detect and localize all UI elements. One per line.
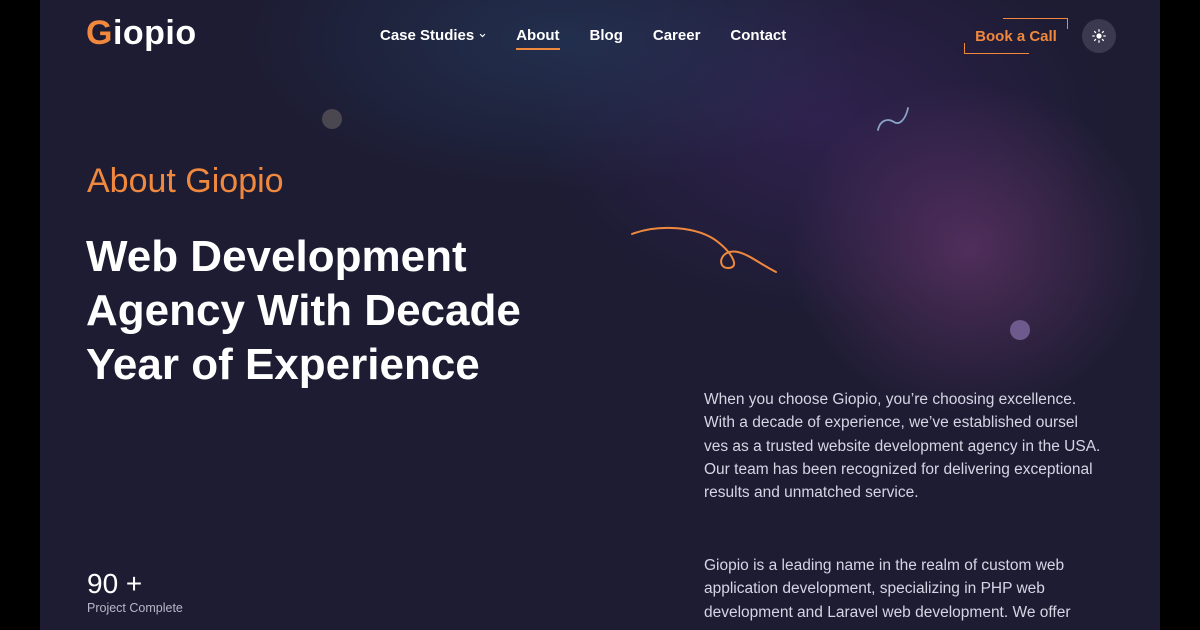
logo-initial: G	[86, 14, 113, 52]
stat-value: 90 +	[87, 568, 143, 599]
book-call-label: Book a Call	[975, 27, 1057, 45]
about-paragraph-1: When you choose Giopio, you’re choosing …	[704, 391, 1101, 502]
cta-border-bottom	[964, 43, 1029, 54]
sun-icon	[1092, 29, 1106, 43]
nav-case-studies[interactable]: Case Studies	[380, 27, 486, 44]
nav-about[interactable]: About	[516, 27, 560, 50]
book-call-button[interactable]: Book a Call	[964, 18, 1068, 54]
decorative-swirl-orange	[631, 226, 777, 273]
decorative-dot	[1010, 320, 1030, 340]
page-title: Web Development Agency With Decade Year …	[86, 232, 521, 389]
stat-label: Project Complete	[87, 601, 183, 615]
nav-case-studies-label: Case Studies	[380, 27, 475, 44]
logo[interactable]: Giopio	[86, 14, 197, 53]
nav-career-label: Career	[652, 27, 701, 44]
nav-contact-label: Contact	[730, 27, 787, 44]
nav-blog[interactable]: Blog	[590, 27, 623, 44]
page: Giopio Case Studies About Blog Career Co…	[40, 0, 1160, 630]
nav-career[interactable]: Career	[653, 27, 701, 44]
main-nav: Case Studies About Blog Career Contact	[380, 27, 786, 50]
about-paragraph-2: Giopio is a leading name in the realm of…	[704, 557, 1071, 621]
section-eyebrow: About Giopio	[87, 162, 284, 200]
cta-border-top	[1003, 18, 1068, 29]
nav-about-label: About	[516, 27, 560, 44]
decorative-dot	[322, 109, 342, 129]
theme-toggle-button[interactable]	[1082, 19, 1116, 53]
decorative-swirl-blue	[877, 107, 909, 131]
logo-text: iopio	[112, 14, 197, 52]
nav-blog-label: Blog	[589, 27, 623, 44]
nav-contact[interactable]: Contact	[730, 27, 786, 44]
chevron-down-icon	[479, 33, 486, 38]
